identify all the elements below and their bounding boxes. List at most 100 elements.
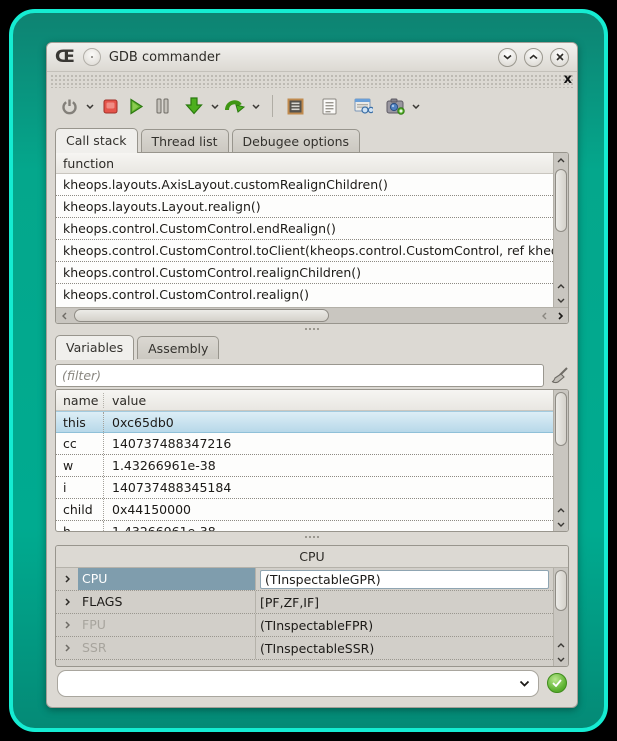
callstack-column-header: function	[56, 153, 553, 174]
dock-close-icon[interactable]: x	[564, 72, 572, 87]
variable-row-child[interactable]: child 0x44150000	[56, 499, 553, 521]
scroll-left-button[interactable]	[56, 308, 72, 323]
scroll-thumb[interactable]	[74, 309, 329, 322]
stop-icon	[103, 99, 118, 114]
gdb-commander-window: Œ GDB commander x	[46, 42, 578, 708]
callstack-row[interactable]: kheops.layouts.Layout.realign()	[56, 196, 553, 218]
tab-thread-list[interactable]: Thread list	[141, 129, 229, 152]
cpu-value-field[interactable]: (TInspectableGPR)	[260, 570, 549, 589]
gdb-command-combobox[interactable]	[57, 670, 539, 697]
pin-button[interactable]	[83, 48, 101, 66]
variable-row-this[interactable]: this 0xc65db0	[56, 411, 553, 433]
step-over-button[interactable]	[225, 94, 245, 118]
variables-tabs: Variables Assembly	[47, 333, 577, 359]
broom-icon	[550, 366, 569, 385]
variable-row-cc[interactable]: cc 140737488347216	[56, 433, 553, 455]
step-into-dropdown[interactable]	[211, 104, 219, 109]
snapshot-button[interactable]	[385, 94, 405, 118]
panel-splitter[interactable]	[47, 532, 577, 541]
callstack-row[interactable]: kheops.layouts.AxisLayout.customRealignC…	[56, 174, 553, 196]
titlebar: Œ GDB commander	[47, 43, 577, 72]
scroll-up-button[interactable]	[554, 638, 568, 652]
cpu-row-flags[interactable]: FLAGS [PF,ZF,IF]	[56, 591, 553, 614]
variable-row-h[interactable]: h 1.43266961e-38	[56, 521, 553, 531]
scroll-up-button-2[interactable]	[554, 279, 568, 293]
close-icon	[556, 53, 564, 61]
scroll-thumb[interactable]	[555, 392, 567, 446]
scroll-down-button[interactable]	[554, 652, 568, 666]
app-logo-icon: Œ	[55, 49, 75, 66]
panel-splitter[interactable]	[47, 324, 577, 333]
filter-input[interactable]	[55, 364, 544, 387]
scroll-track[interactable]	[554, 167, 568, 279]
scroll-track[interactable]	[72, 308, 536, 323]
expand-arrow-icon[interactable]	[56, 598, 78, 606]
scroll-track[interactable]	[554, 568, 568, 638]
cpu-row-fpu[interactable]: FPU (TInspectableFPR)	[56, 614, 553, 637]
pause-button[interactable]	[152, 94, 172, 118]
cpu-row-ssr[interactable]: SSR (TInspectableSSR)	[56, 637, 553, 660]
log-view-button[interactable]	[319, 94, 339, 118]
expand-arrow-icon[interactable]	[56, 575, 78, 583]
send-command-button[interactable]	[547, 673, 567, 693]
tab-assembly[interactable]: Assembly	[137, 336, 219, 359]
power-button[interactable]	[59, 94, 79, 118]
scroll-right-button[interactable]	[552, 308, 568, 323]
power-icon	[61, 98, 78, 115]
tab-debugee-options[interactable]: Debugee options	[232, 129, 361, 152]
scroll-thumb[interactable]	[555, 169, 567, 232]
variables-filter-row	[47, 361, 577, 389]
snapshot-dropdown[interactable]	[412, 104, 420, 109]
callstack-row[interactable]: kheops.control.CustomControl.realign()	[56, 284, 553, 306]
close-button[interactable]	[550, 48, 569, 67]
chevron-up-icon	[557, 643, 565, 648]
expand-arrow-icon[interactable]	[56, 621, 78, 629]
dock-handle[interactable]: x	[49, 73, 575, 88]
clear-filter-button[interactable]	[549, 363, 569, 387]
callstack-row[interactable]: kheops.control.CustomControl.toClient(kh…	[56, 240, 553, 262]
pin-dot-icon	[91, 56, 93, 58]
tab-variables[interactable]: Variables	[55, 335, 134, 360]
maximize-button[interactable]	[524, 48, 543, 67]
curved-arrow-icon	[225, 98, 245, 115]
chevron-right-icon	[558, 312, 563, 320]
scroll-up-button[interactable]	[554, 503, 568, 517]
variable-row-i[interactable]: i 140737488345184	[56, 477, 553, 499]
scroll-down-button[interactable]	[554, 293, 568, 307]
chevron-left-icon	[542, 312, 547, 320]
expand-arrow-icon[interactable]	[56, 644, 78, 652]
chevron-down-icon	[557, 657, 565, 662]
scroll-down-button[interactable]	[554, 517, 568, 531]
chevron-down-icon	[211, 104, 219, 109]
callstack-row[interactable]: kheops.control.CustomControl.realignChil…	[56, 262, 553, 284]
cpu-row-cpu[interactable]: CPU (TInspectableGPR)	[56, 568, 553, 591]
callstack-vertical-scrollbar[interactable]	[553, 153, 568, 307]
step-into-button[interactable]	[184, 94, 204, 118]
stop-button[interactable]	[100, 94, 120, 118]
combo-dropdown-button[interactable]	[519, 680, 530, 687]
scroll-track[interactable]	[554, 390, 568, 503]
variables-vertical-scrollbar[interactable]	[553, 390, 568, 531]
chevron-up-icon	[557, 158, 565, 163]
scroll-thumb[interactable]	[555, 570, 567, 611]
scroll-left-button-2[interactable]	[536, 308, 552, 323]
watches-view-button[interactable]	[353, 94, 373, 118]
power-dropdown[interactable]	[86, 104, 94, 109]
variable-row-w[interactable]: w 1.43266961e-38	[56, 455, 553, 477]
continue-button[interactable]	[126, 94, 146, 118]
minimize-button[interactable]	[498, 48, 517, 67]
cpu-panel-title: CPU	[56, 546, 568, 568]
cpu-vertical-scrollbar[interactable]	[553, 568, 568, 666]
memory-view-button[interactable]	[285, 94, 305, 118]
tab-call-stack[interactable]: Call stack	[55, 128, 138, 153]
step-over-dropdown[interactable]	[252, 104, 260, 109]
callstack-row[interactable]: kheops.control.CustomControl.endRealign(…	[56, 218, 553, 240]
chevron-down-icon	[252, 104, 260, 109]
callstack-horizontal-scrollbar[interactable]	[56, 307, 568, 323]
window-title: GDB commander	[109, 50, 220, 65]
callstack-tabs: Call stack Thread list Debugee options	[47, 126, 577, 152]
debug-toolbar	[47, 88, 577, 126]
camera-icon	[386, 98, 405, 115]
scroll-up-button[interactable]	[554, 153, 568, 167]
command-input[interactable]	[66, 671, 519, 696]
